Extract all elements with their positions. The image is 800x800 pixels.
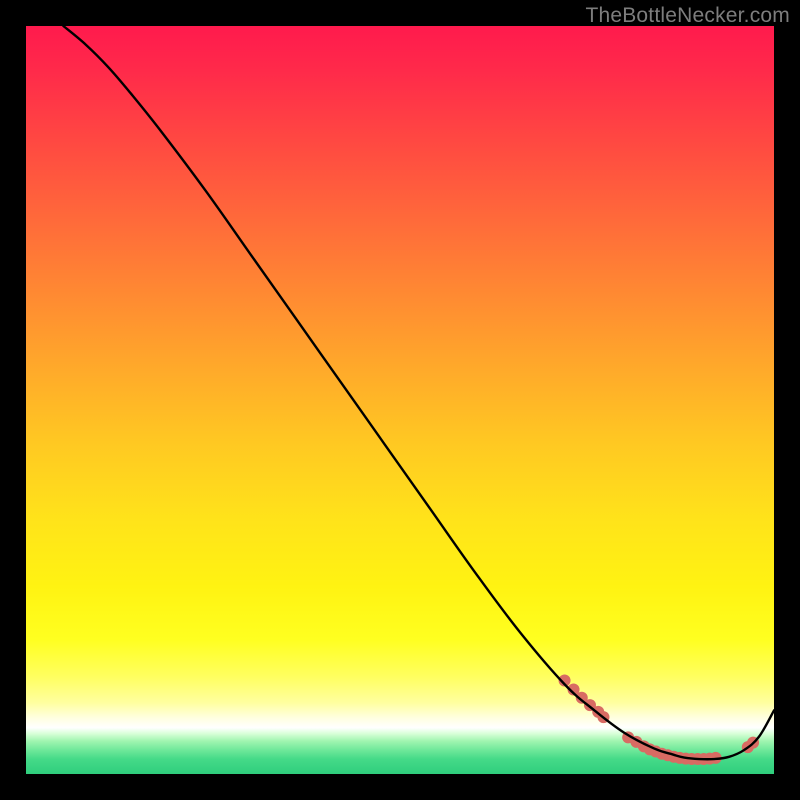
chart-stage: TheBottleNecker.com: [0, 0, 800, 800]
chart-curve: [63, 26, 774, 759]
watermark-text: TheBottleNecker.com: [585, 4, 790, 28]
chart-plot-area: [26, 26, 774, 774]
chart-svg: [26, 26, 774, 774]
